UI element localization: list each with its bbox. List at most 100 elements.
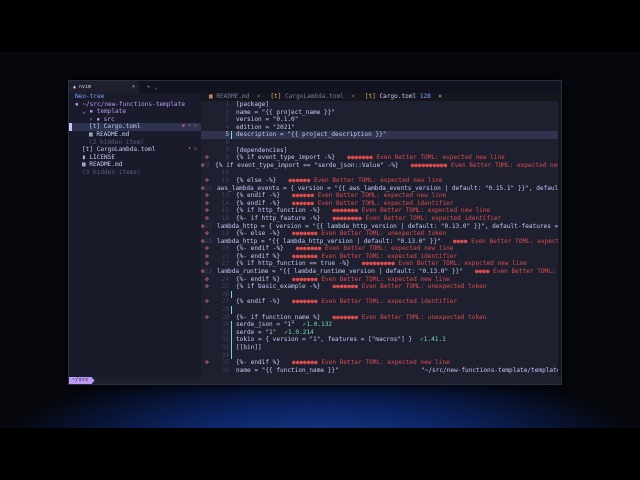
git-change-bar (231, 321, 232, 329)
tree-item-label: ▦ README.md (89, 130, 130, 138)
code-line: ⊗ 16 {%- if http_feature -%} ●●●●●●●● Even … (201, 215, 561, 223)
error-sign-icon: ⊗ (205, 230, 209, 238)
close-tab-icon[interactable]: × (132, 84, 135, 90)
line-number: 21 (221, 252, 229, 260)
code-line: ⊗ 8 {% if event_type_import -%} ●●●●●●● Eve… (201, 154, 561, 162)
error-sign-icon: ⊗ (205, 199, 209, 207)
code-text: aws_lambda_events = { version = "{{ aws_… (217, 184, 561, 192)
line-number: 31 (221, 328, 229, 336)
line-number: 23 (204, 268, 213, 276)
statusline: ~/src (69, 377, 561, 384)
code-text: [dependencies] (236, 146, 288, 154)
code-line: ⊗ 11 {% else -%} ●●●●●● Even Better TOML: e… (201, 177, 561, 185)
line-number: 9 (205, 161, 210, 169)
error-sign-icon: ⊗ (205, 252, 209, 260)
error-sign-icon: ⊗ (205, 313, 209, 321)
editor[interactable]: 1 [package] 2 name = "{{ project_name }}" 3 v… (201, 101, 561, 377)
line-number: 8 (225, 154, 229, 162)
neo-tree-panel: Neo-tree ▪ ~/src/new-functions-template … (69, 93, 201, 377)
tree-item[interactable]: [t] CargoLambda.toml • ▫ (69, 146, 201, 154)
buffer-tab[interactable]: ▦ README.md × (209, 93, 260, 101)
error-sign-icon (201, 124, 213, 132)
code-text: {%- if function_name %} (236, 313, 321, 321)
neo-tree-header: Neo-tree (75, 93, 105, 100)
tree-item[interactable]: ▦ README.md (69, 161, 201, 169)
line-number: 4 (225, 123, 229, 131)
code-text: [[bin]] (236, 344, 262, 351)
line-number: 10 (221, 169, 229, 177)
code-text: {% endif -%} (236, 192, 281, 200)
code-line: ⊗ 18 {%- else -%} ●●●●●●● Even Better TOML:… (201, 230, 561, 238)
diagnostic-message: ●●●●●●● Even Better TOML: unexpected tok… (292, 230, 447, 238)
tree-item[interactable]: ▦ README.md (69, 131, 201, 139)
diagnostic-message: ●●●●●● Even Better TOML: expected new li… (288, 176, 443, 184)
line-number: 32 (221, 336, 229, 344)
neo-tree-root[interactable]: ▪ ~/src/new-functions-template (69, 101, 201, 109)
tree-item[interactable]: ▮ LICENSE (69, 154, 201, 162)
tree-item[interactable]: [t] Cargo.toml ⊗ • ▫ (69, 123, 201, 131)
line-number: 36 (221, 366, 229, 374)
code-line: ⊗ 9 {% if event_type_import == "serde_json… (201, 162, 561, 170)
line-number: 7 (225, 146, 229, 154)
error-sign-icon: ⊗ (205, 207, 209, 215)
tree-item[interactable]: (2 hidden item) (69, 139, 201, 147)
error-sign-icon: ⊗ (205, 359, 209, 367)
diagnostic-message: ●●●● Even Better TOML: ex (474, 268, 561, 276)
line-number: 27 (221, 298, 229, 306)
code-line: 32 tokio = { version = "1", features = ["… (201, 336, 561, 344)
line-number: 20 (221, 245, 229, 253)
code-line: 3 version = "0.1.0" (201, 116, 561, 124)
line-number: 1 (225, 101, 229, 108)
tree-item[interactable]: ⌄ ▪ template (69, 108, 201, 116)
buffer-tabs: ▦ README.md × [t] CargoLambda.toml × [t] C… (201, 93, 561, 101)
new-tab-button[interactable]: + ⌄ (147, 84, 158, 91)
error-sign-icon (201, 147, 213, 155)
code-line: 33 [[bin]] (201, 344, 561, 352)
diagnostic-message: ●●●● Even Better TOML: expected (452, 237, 561, 245)
code-line: ⊗ 25 {% if basic_example -%} ●●●●●●● Even B… (201, 283, 561, 291)
code-text: {%- if http_feature -%} (236, 214, 321, 222)
letterbox-top (0, 0, 640, 52)
code-line: ⊗ 20 {%- endif -%} ●●●●●●● Even Better TOML… (201, 245, 561, 253)
line-number: 34 (221, 351, 229, 359)
code-line: 1 [package] (201, 101, 561, 109)
terminal-tab[interactable]: ▲ nvim × (69, 81, 139, 93)
error-sign-icon: ⊗ (205, 298, 209, 306)
buffer-tab[interactable]: [t] Cargo.toml 128 × (365, 93, 442, 101)
line-number: 33 (221, 344, 229, 351)
terminal-titlebar: ▲ nvim × + ⌄ (69, 81, 561, 93)
code-text: serde_json = "1" (236, 321, 295, 329)
tree-item[interactable]: › ▪ src (69, 116, 201, 124)
error-sign-icon (201, 131, 213, 139)
error-sign-icon (201, 291, 213, 299)
code-line: ⊗ 35 {%- endif %} ●●●●●●● Even Better TOML:… (201, 359, 561, 367)
tree-item[interactable]: (3 hidden items) (69, 169, 201, 177)
code-text: {% if event_type_import == "serde_json::… (215, 161, 399, 169)
scrollbar[interactable] (558, 101, 561, 377)
line-number: 30 (221, 321, 229, 329)
code-line: ⊗ 17 lambda_http = { version = "{{ lambda_… (201, 223, 561, 231)
close-tab-icon[interactable]: × (438, 93, 442, 100)
diagnostic-message: ●●●●●●●●●● Even Better TOML: expected ne… (410, 161, 561, 169)
letterbox-bottom (0, 428, 640, 480)
git-change-bar (231, 290, 232, 299)
code-text: description = "{{ project_description }}… (236, 131, 387, 139)
line-number: 6 (225, 138, 229, 146)
code-text: serde = "1" (236, 328, 277, 336)
error-sign-icon: ⊗ (205, 192, 209, 200)
diagnostic-message: ●●●●●●● Even Better TOML: expected new l… (292, 275, 450, 283)
close-tab-icon[interactable]: × (257, 93, 261, 100)
error-sign-icon (201, 306, 213, 314)
code-line: 34 (201, 351, 561, 360)
line-number: 25 (221, 283, 229, 291)
diagnostic-message: ●●●●●●● Even Better TOML: unexpected tok… (332, 283, 487, 291)
git-change-bar (231, 351, 232, 360)
close-tab-icon[interactable]: × (351, 93, 355, 100)
code-line: 36 name = "{{ function_name }}" "~/src/new… (201, 367, 561, 375)
buffer-tab[interactable]: [t] CargoLambda.toml × (270, 93, 354, 101)
code-line: 5 description = "{{ project_description }… (201, 131, 561, 139)
code-text: name = "{{ project_name }}" (236, 108, 336, 116)
error-sign-icon (201, 116, 213, 124)
line-number: 13 (221, 192, 229, 200)
